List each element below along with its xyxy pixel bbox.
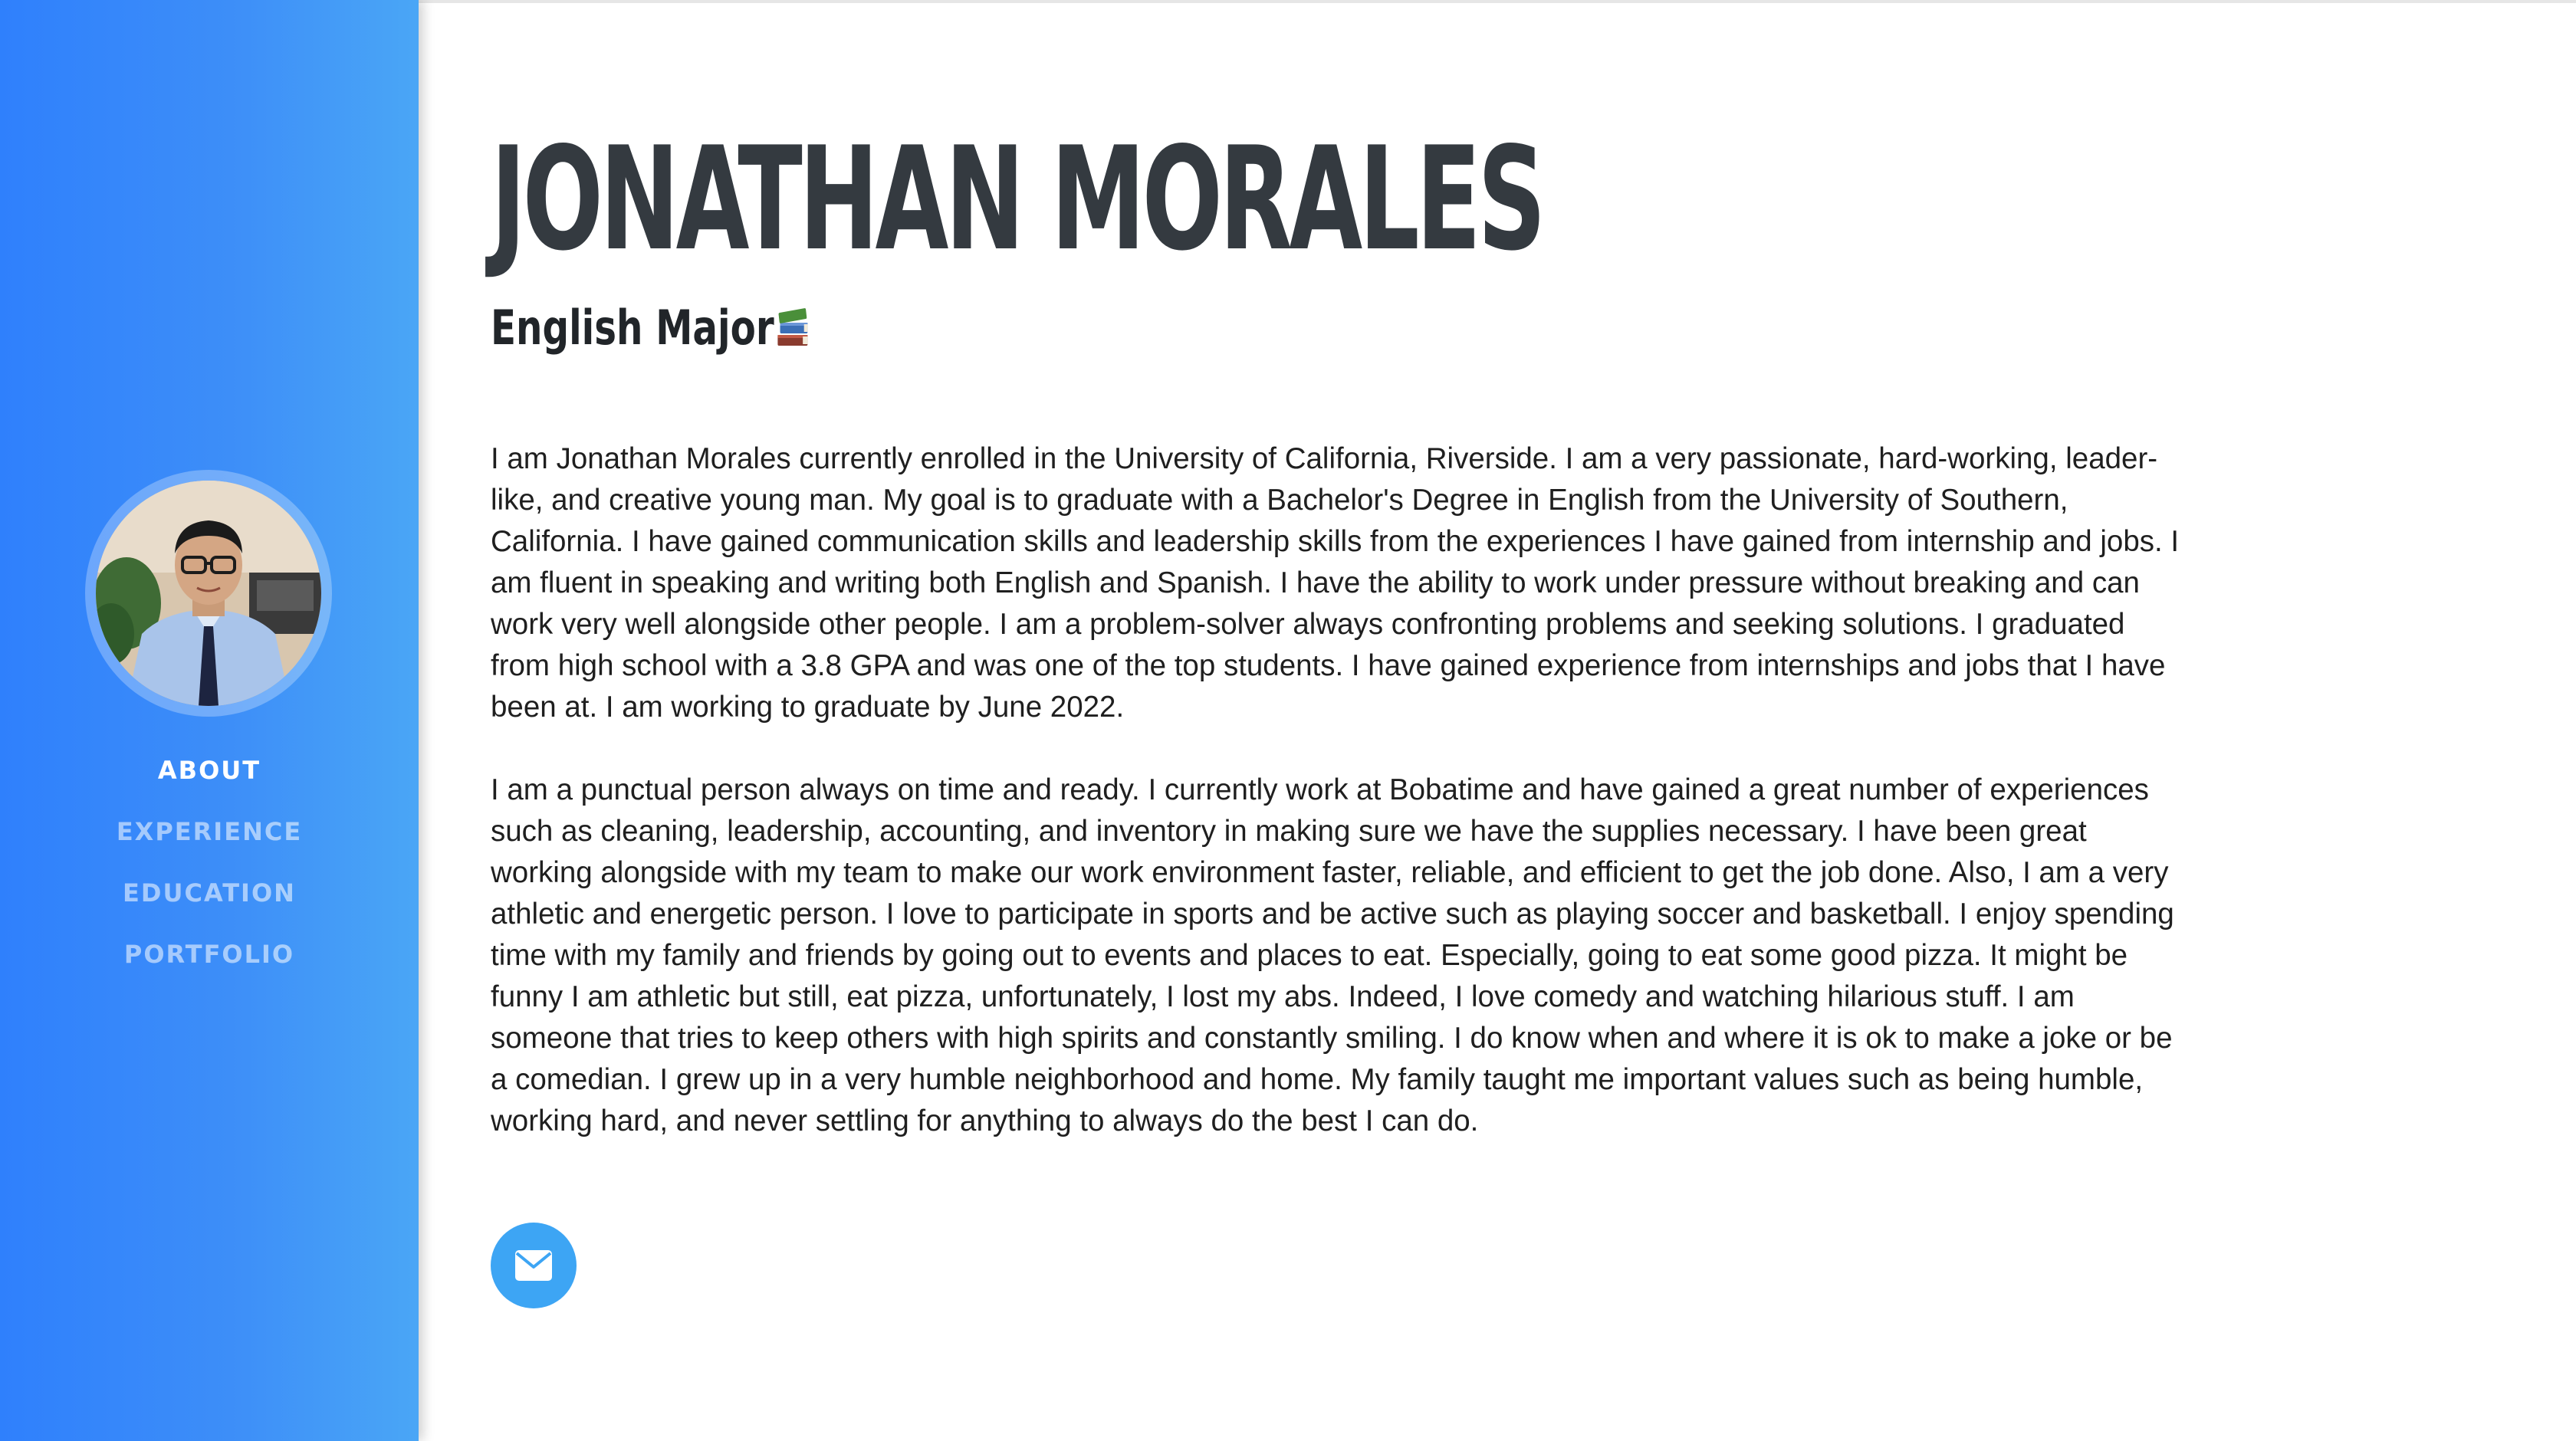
nav-item-about: ABOUT	[0, 751, 419, 812]
nav-item-education: EDUCATION	[0, 874, 419, 935]
nav-item-experience: EXPERIENCE	[0, 812, 419, 874]
avatar	[96, 481, 321, 706]
sidebar: ABOUT EXPERIENCE EDUCATION PORTFOLIO	[0, 0, 419, 1441]
page-title: JONATHAN MORALES	[491, 116, 1546, 282]
nav-link-experience[interactable]: EXPERIENCE	[117, 817, 302, 846]
subtitle: English Major	[491, 297, 810, 363]
nav-link-about[interactable]: ABOUT	[158, 756, 261, 785]
nav-item-portfolio: PORTFOLIO	[0, 935, 419, 996]
subtitle-text: English Major	[491, 300, 774, 356]
profile-photo-icon	[96, 481, 321, 706]
nav-link-education[interactable]: EDUCATION	[123, 878, 296, 908]
envelope-icon	[515, 1250, 552, 1281]
books-icon	[777, 302, 810, 363]
avatar-frame	[85, 470, 332, 717]
bio-paragraph: I am a punctual person always on time an…	[491, 773, 2174, 1137]
nav-link-portfolio[interactable]: PORTFOLIO	[124, 940, 294, 969]
email-button[interactable]	[491, 1223, 577, 1308]
bio-paragraph: I am Jonathan Morales currently enrolled…	[491, 442, 2180, 724]
sidebar-nav: ABOUT EXPERIENCE EDUCATION PORTFOLIO	[0, 751, 419, 996]
bio: I am Jonathan Morales currently enrolled…	[491, 438, 2185, 1183]
